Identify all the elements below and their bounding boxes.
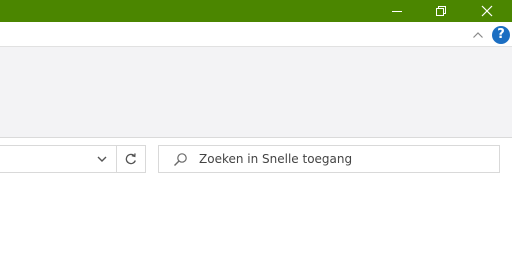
restore-icon (436, 6, 446, 16)
search-placeholder: Zoeken in Snelle toegang (199, 152, 353, 166)
minimize-button[interactable] (374, 0, 420, 22)
content-area (0, 174, 512, 260)
collapse-ribbon-button[interactable] (470, 27, 486, 43)
title-bar (0, 0, 512, 22)
chevron-up-icon (473, 32, 483, 38)
close-button[interactable] (464, 0, 510, 22)
ribbon-tab-bar (0, 22, 512, 46)
refresh-button[interactable] (116, 146, 145, 172)
ribbon-panel (0, 46, 512, 138)
address-history-dropdown[interactable] (90, 146, 114, 172)
help-icon: ? (497, 27, 505, 42)
restore-button[interactable] (418, 0, 464, 22)
chevron-down-icon (97, 156, 107, 162)
search-icon (174, 153, 187, 166)
close-icon (481, 5, 493, 17)
help-button[interactable]: ? (492, 26, 510, 44)
refresh-icon (125, 153, 136, 165)
search-box[interactable]: Zoeken in Snelle toegang (158, 145, 500, 173)
minimize-icon (392, 11, 402, 12)
